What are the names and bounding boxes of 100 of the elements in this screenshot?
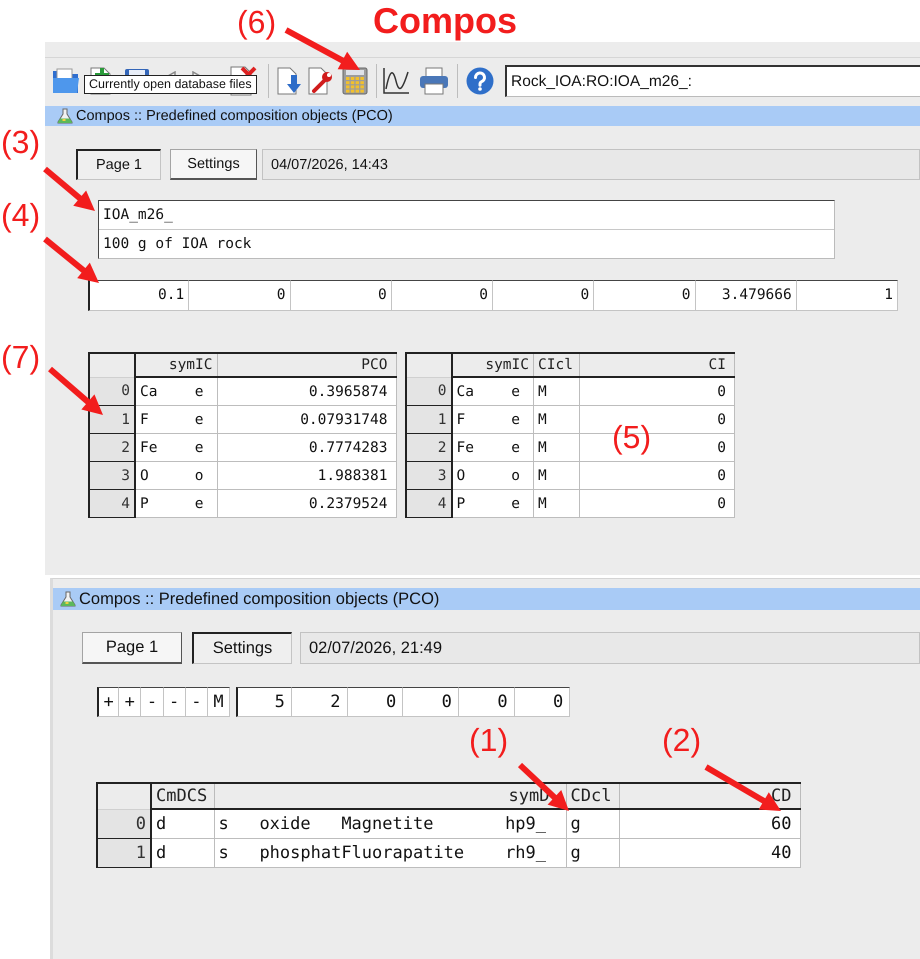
table-cell: M [534,406,580,434]
value-field[interactable]: 0 [392,280,493,311]
row-header: 3 [89,462,135,490]
row-header: 0 [89,377,135,406]
table-cell: 0 [580,490,734,518]
table-cell: M [534,377,580,406]
tab[interactable]: Settings [192,632,292,664]
comment-field[interactable]: 100 g of IOA rock [99,229,834,258]
column-header: CI [580,353,734,377]
callout-label: (4) [1,199,40,231]
column-header: CmDCS [151,783,214,809]
value-field[interactable]: 1 [796,280,898,311]
value-field[interactable]: 0 [514,687,570,717]
column-header: CD [619,783,800,809]
document-wrench-icon[interactable] [307,67,333,95]
table-cell: M [534,434,580,462]
name-field[interactable]: IOA_m26_ [99,201,834,229]
value-field[interactable]: 0 [348,687,404,717]
flask-icon [60,591,76,607]
cell-text: e [194,496,204,512]
table-cell: d [151,809,214,838]
cell-text: hp9_ [505,814,548,834]
cell-text: e [194,412,204,428]
calculator-icon[interactable] [342,67,368,95]
cell-text: Fe [456,440,474,456]
value-field[interactable]: 3.479666 [696,280,797,311]
callout-label: (3) [1,126,40,158]
cell-text: rh9_ [505,843,548,863]
tab[interactable]: Page 1 [82,632,182,664]
cell-text: e [511,384,520,400]
document-arrow-icon[interactable] [276,67,302,95]
cell-text: e [511,412,520,428]
cell-text: o [194,468,204,484]
cell-text: s [218,814,230,834]
value-field[interactable]: 0 [290,280,392,311]
table-cell: 0.3965874 [217,377,396,406]
callout-label: (6) [237,6,276,38]
flag-field[interactable]: - [186,687,208,717]
cell-text: e [194,384,204,400]
value-field[interactable]: 0 [403,687,459,717]
table-cell: 0 [580,462,734,490]
flag-field[interactable]: - [141,687,164,717]
flag-field[interactable]: + [119,687,142,717]
table-cell: g [566,809,619,838]
flag-field[interactable]: + [97,687,120,717]
cell-text: e [511,440,520,456]
value-field[interactable]: 0 [458,687,515,717]
cell-text: Magnetite [341,814,434,834]
row-header: 1 [406,406,452,434]
callout-label: (2) [662,724,702,756]
cell-text: Fluorapatite [341,843,466,863]
cell-text: phosphat [259,843,342,863]
cell-text: P [140,496,149,512]
cell-text: P [456,496,466,512]
path-field[interactable]: Rock_IOA:RO:IOA_m26_: [505,65,920,97]
row-header: 1 [97,838,151,868]
tab[interactable]: Page 1 [76,149,161,180]
cell-text: oxide [259,814,312,834]
column-header: CIcl [534,353,580,377]
value-field[interactable]: 0 [594,280,696,311]
help-icon[interactable] [466,67,494,95]
table-cell: 0 [580,377,734,406]
printer-icon[interactable] [419,67,449,95]
cell-text: s [218,843,230,863]
table-cell: 1.988381 [217,462,396,490]
line-chart-icon[interactable] [382,67,410,95]
table-cell: M [534,462,580,490]
row-header: 1 [89,406,135,434]
cell-text: F [140,412,149,428]
value-field[interactable]: 0 [493,280,594,311]
window-title: Compos :: Predefined composition objects (PCO) [79,590,440,608]
value-field[interactable]: 2 [292,687,348,717]
table-cell: 60 [619,809,800,838]
callout-label: (7) [1,341,40,373]
tab[interactable]: Settings [170,149,257,180]
table-cell: 40 [619,838,800,868]
cell-text: O [140,468,149,484]
timestamp-field: 02/07/2026, 21:49 [300,632,920,664]
table-cell: 0.2379524 [217,490,396,518]
row-header: 4 [406,490,452,518]
row-header: 4 [89,490,135,518]
folder-icon[interactable] [52,68,80,94]
flag-field[interactable]: - [164,687,186,717]
flag-field[interactable]: M [208,687,230,717]
cell-text: e [194,440,204,456]
window-title: Compos :: Predefined composition objects (PCO) [76,108,393,124]
table-cell: 0.07931748 [217,406,396,434]
row-header: 2 [406,434,452,462]
table-cell: d [151,838,214,868]
cell-text: Fe [140,440,158,456]
column-header: symIC [135,353,217,377]
value-field[interactable]: 5 [236,687,292,717]
cell-text: e [511,496,520,512]
column-header: PCO [217,353,396,377]
table-cell: g [566,838,619,868]
cell-text: O [456,468,466,484]
table-cell: 0.7774283 [217,434,396,462]
column-header: CDcl [566,783,619,809]
value-field[interactable]: 0 [189,280,290,311]
value-field[interactable]: 0.1 [88,280,190,311]
